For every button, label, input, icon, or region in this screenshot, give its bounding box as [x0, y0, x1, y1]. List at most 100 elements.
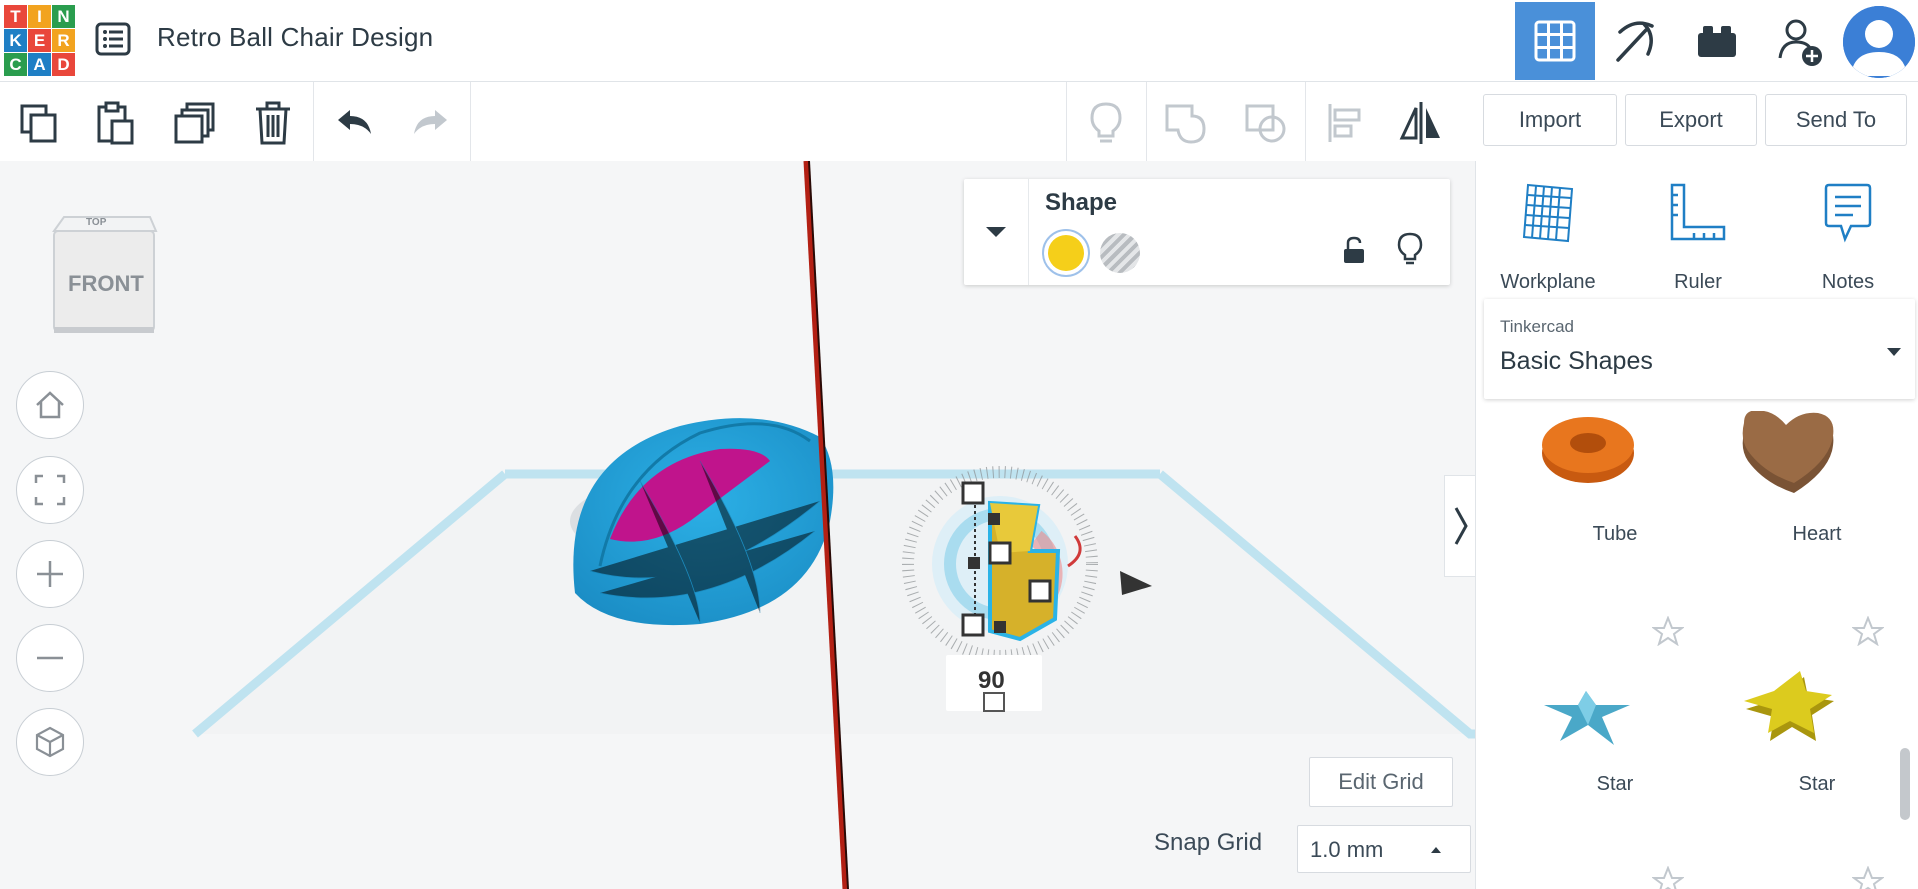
chevron-down-icon — [986, 227, 1006, 237]
mirror-icon — [1399, 102, 1440, 144]
view-cube[interactable]: TOP FRONT — [48, 213, 158, 344]
inspector-title: Shape — [1045, 189, 1118, 216]
viewcube-top-label: TOP — [86, 217, 107, 228]
library-category: Tinkercad — [1500, 317, 1575, 336]
fit-view-button[interactable] — [16, 456, 84, 524]
shape-star-2[interactable]: Star — [1732, 661, 1902, 881]
zoom-in-icon — [37, 561, 63, 587]
logo-letter: C — [4, 53, 27, 76]
3d-workspace[interactable]: TOP FRONT Shape 90 Edit Grid Snap Grid 1… — [0, 161, 1475, 889]
panel-scrollbar[interactable] — [1900, 748, 1910, 820]
shape-star-1[interactable]: Star — [1530, 661, 1700, 881]
lightbulb-icon — [1090, 102, 1122, 143]
notes-label: Notes — [1821, 271, 1875, 293]
logo-letter: K — [4, 29, 27, 52]
export-button[interactable]: Export — [1625, 94, 1757, 146]
list-icon — [95, 22, 131, 56]
snap-grid-label: Snap Grid — [1154, 829, 1263, 856]
edit-toolbar — [0, 82, 1475, 162]
workplane-icon — [1522, 183, 1574, 243]
codeblocks-view-button[interactable] — [1595, 2, 1675, 80]
undo-icon — [338, 110, 371, 134]
group-button[interactable] — [1163, 100, 1209, 146]
snap-grid-select[interactable]: 1.0 mm — [1297, 825, 1471, 873]
favorite-star-icon[interactable] — [1652, 616, 1684, 646]
avatar-icon — [1843, 6, 1915, 78]
logo-letter: R — [52, 29, 75, 52]
copy-icon — [20, 104, 57, 143]
logo-letter: T — [4, 5, 27, 28]
delete-button[interactable] — [250, 100, 296, 146]
align-button[interactable] — [1322, 100, 1368, 146]
import-button[interactable]: Import — [1483, 94, 1617, 146]
edit-grid-button[interactable]: Edit Grid — [1309, 757, 1453, 807]
redo-button[interactable] — [408, 100, 454, 146]
grid-icon — [1534, 20, 1576, 62]
tinkercad-logo[interactable]: T I N K E R C A D — [4, 5, 75, 76]
paste-icon — [97, 101, 134, 145]
home-view-button[interactable] — [16, 371, 84, 439]
undo-button[interactable] — [331, 100, 377, 146]
workplane-tool[interactable]: Workplane — [1488, 179, 1608, 293]
library-name: Basic Shapes — [1500, 347, 1653, 375]
group-icon — [1165, 104, 1206, 144]
redo-icon — [414, 110, 447, 134]
design-title[interactable]: Retro Ball Chair Design — [157, 22, 433, 53]
add-user-icon — [1778, 19, 1822, 66]
send-to-button[interactable]: Send To — [1765, 94, 1907, 146]
star-icon — [1544, 691, 1630, 745]
paste-button[interactable] — [92, 100, 138, 146]
duplicate-button[interactable] — [172, 100, 218, 146]
ortho-perspective-button[interactable] — [16, 708, 84, 776]
zoom-out-button[interactable] — [16, 624, 84, 692]
favorite-star-icon[interactable] — [1652, 866, 1684, 889]
ungroup-button[interactable] — [1243, 100, 1289, 146]
home-view-icon — [36, 391, 64, 419]
shape-inspector: Shape — [964, 179, 1450, 285]
shape-label: Heart — [1792, 523, 1842, 545]
inspector-collapse-button[interactable] — [964, 179, 1029, 285]
panel-collapse-tab[interactable] — [1444, 475, 1475, 577]
chevron-right-icon — [1454, 507, 1468, 545]
notes-tool[interactable]: Notes — [1788, 179, 1908, 293]
logo-letter: I — [28, 5, 51, 28]
caret-up-icon — [1431, 847, 1441, 853]
show-hints-button[interactable] — [1083, 100, 1129, 146]
lightbulb-icon — [1397, 232, 1423, 265]
hint-button[interactable] — [1396, 231, 1424, 272]
chevron-down-icon — [1887, 348, 1901, 356]
heart-icon — [1742, 411, 1834, 493]
unlock-icon — [1344, 236, 1364, 263]
invite-user-button[interactable] — [1759, 2, 1839, 80]
viewcube-front-label: FRONT — [68, 271, 144, 296]
shape-label: Star — [1596, 773, 1634, 795]
ortho-perspective-icon — [35, 726, 65, 758]
delete-icon — [256, 101, 290, 145]
shape-heart[interactable]: Heart — [1732, 411, 1902, 631]
ruler-icon — [1670, 183, 1726, 241]
design-list-button[interactable] — [95, 21, 131, 57]
copy-button[interactable] — [16, 100, 62, 146]
ruler-label: Ruler — [1674, 271, 1722, 293]
pickaxe-icon — [1616, 21, 1654, 62]
shape-label: Star — [1798, 773, 1836, 795]
workplane-label: Workplane — [1500, 271, 1596, 293]
ruler-tool[interactable]: Ruler — [1638, 179, 1758, 293]
profile-avatar[interactable] — [1843, 6, 1915, 78]
mirror-button[interactable] — [1398, 100, 1444, 146]
logo-letter: A — [28, 53, 51, 76]
notes-icon — [1824, 183, 1872, 243]
favorite-star-icon[interactable] — [1852, 866, 1884, 889]
favorite-star-icon[interactable] — [1852, 616, 1884, 646]
rotation-angle-input[interactable]: 90 — [946, 655, 1042, 712]
shape-library-select[interactable]: Tinkercad Basic Shapes — [1484, 299, 1915, 399]
3d-design-view-button[interactable] — [1515, 2, 1595, 80]
solid-color-swatch[interactable] — [1042, 229, 1090, 277]
snap-grid-value: 1.0 mm — [1310, 837, 1384, 862]
hole-swatch[interactable] — [1100, 233, 1140, 273]
zoom-in-button[interactable] — [16, 540, 84, 608]
lock-button[interactable] — [1340, 235, 1368, 270]
right-panel: Workplane Ruler Notes Tinkercad Basic Sh… — [1475, 161, 1918, 889]
bricks-view-button[interactable] — [1677, 2, 1757, 80]
shape-tube[interactable]: Tube — [1530, 411, 1700, 631]
